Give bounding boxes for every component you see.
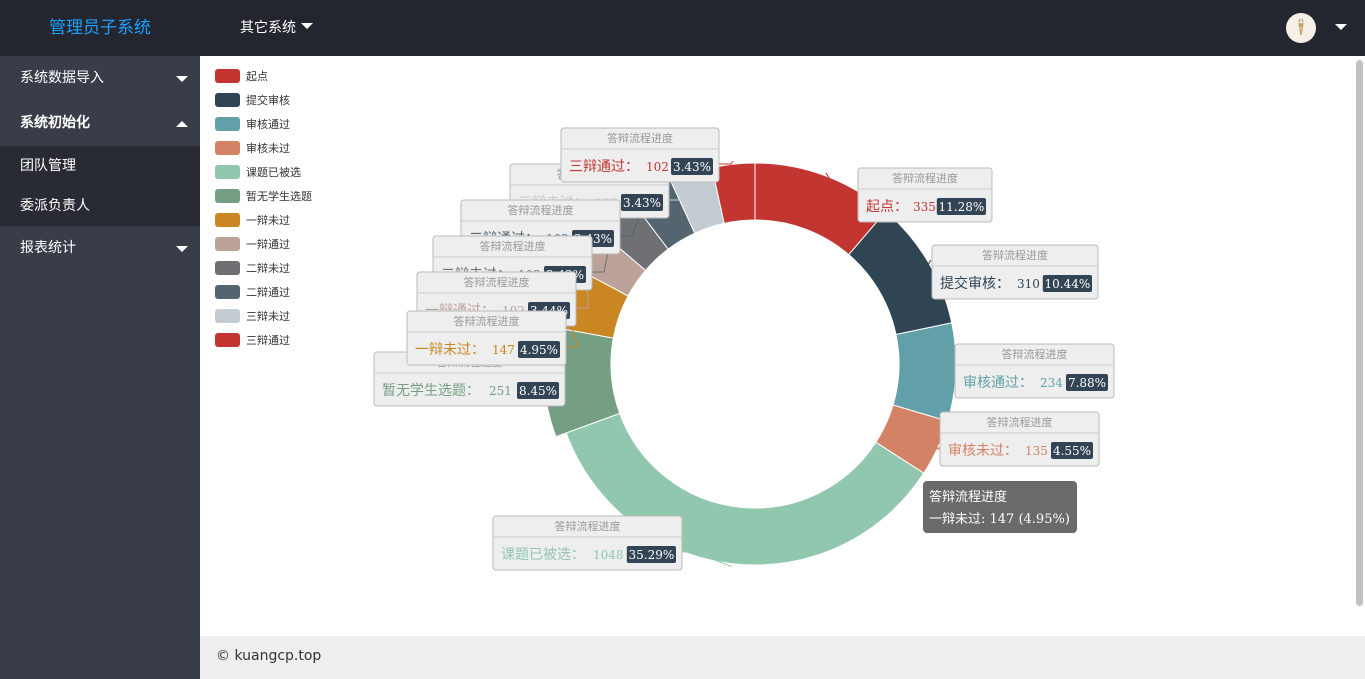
legend-label[interactable]: 起点 [246,70,268,83]
label-value: 335 [913,200,936,214]
label-series-name: 答辩流程进度 [607,131,673,145]
label-series-name: 答辩流程进度 [464,275,530,289]
chevron-down-icon [301,23,313,29]
label-value: 310 [1017,277,1040,291]
slice-label: 答辩流程进度起点： 335 11.28% [857,167,993,223]
legend-label[interactable]: 提交审核 [246,93,290,107]
legend-label[interactable]: 暂无学生选题 [246,189,312,203]
top-bar: 管理员子系统 其它系统 [0,0,1365,56]
legend-swatch[interactable] [215,309,240,323]
slice-label: 答辩流程进度审核通过： 234 7.88% [954,343,1115,399]
legend-swatch[interactable] [215,165,240,179]
sidebar-item-label: 系统初始化 [20,115,90,131]
legend-label[interactable]: 三辩通过 [246,333,290,347]
legend-swatch[interactable] [215,69,240,83]
deer-avatar-icon [1298,18,1304,36]
chart-tooltip: 答辩流程进度一辩未过: 147 (4.95%) [923,481,1077,533]
footer: © kuangcp.top [200,636,1365,679]
percent-text: 4.95% [520,343,558,357]
label-name: 三辩通过： [569,159,639,175]
legend-label[interactable]: 审核通过 [246,117,290,131]
user-menu-chevron-icon[interactable] [1335,24,1347,30]
legend-label[interactable]: 二辩通过 [246,285,290,299]
label-name: 起点： [866,199,908,215]
sidebar-submenu: 团队管理 委派负责人 [0,146,200,226]
page-scrollbar[interactable] [1356,60,1363,606]
legend-label[interactable]: 二辩未过 [246,261,290,275]
avatar[interactable] [1286,13,1316,43]
legend-label[interactable]: 一辩通过 [246,237,290,251]
legend-swatch[interactable] [215,93,240,107]
sidebar-item-assign-leader[interactable]: 委派负责人 [0,186,200,226]
label-value: 102 [646,160,669,174]
slice-label: 答辩流程进度审核未过： 135 4.55% [939,411,1100,467]
sidebar-item-team-management[interactable]: 团队管理 [0,146,200,186]
chevron-down-icon [176,246,188,252]
legend-swatch[interactable] [215,213,240,227]
label-name: 提交审核： [940,275,1010,292]
legend-swatch[interactable] [215,189,240,203]
pie-slice[interactable] [892,322,957,422]
label-value: 135 [1025,444,1048,458]
label-series-name: 答辩流程进度 [1002,347,1068,361]
label-series-name: 答辩流程进度 [892,171,958,185]
chart-legend: 起点提交审核审核通过审核未过课题已被选暂无学生选题一辩未过一辩通过二辩未过二辩通… [215,69,312,347]
other-systems-menu[interactable]: 其它系统 [240,0,313,56]
slice-label: 答辩流程进度一辩未过： 147 4.95% [406,310,567,366]
percent-text: 35.29% [629,548,675,562]
tooltip-title: 答辩流程进度 [929,489,1007,505]
percent-text: 3.43% [673,160,711,174]
sidebar-item-label: 报表统计 [20,240,76,256]
slice-label: 答辩流程进度提交审核： 310 10.44% [931,244,1099,300]
main-content: 起点提交审核审核通过审核未过课题已被选暂无学生选题 一辩未过一辩通过二辩未过二辩通… [202,56,1352,634]
slice-label: 答辩流程进度三辩通过： 102 3.43% [560,127,720,183]
legend-label[interactable]: 课题已被选 [246,166,301,179]
app-brand[interactable]: 管理员子系统 [0,0,200,56]
percent-text: 10.44% [1045,277,1091,291]
sidebar: 系统数据导入 系统初始化 团队管理 委派负责人 报表统计 [0,56,200,679]
legend-swatch[interactable] [215,261,240,275]
pie-chart: 起点提交审核审核通过审核未过课题已被选暂无学生选题一辩未过一辩通过二辩未过二辩通… [215,69,1115,571]
percent-text: 4.55% [1053,444,1091,458]
label-value: 234 [1040,376,1063,390]
other-systems-label: 其它系统 [240,20,296,36]
sidebar-item-reports[interactable]: 报表统计 [0,226,200,271]
label-series-name: 答辩流程进度 [982,248,1048,262]
percent-text: 3.43% [623,196,661,210]
legend-swatch[interactable] [215,117,240,131]
slice-label: 答辩流程进度课题已被选： 1048 35.29% [492,515,683,571]
legend-swatch[interactable] [215,141,240,155]
label-series-name: 答辩流程进度 [555,519,621,533]
chevron-up-icon [176,121,188,127]
label-series-name: 答辩流程进度 [987,415,1053,429]
label-value: 1048 [593,548,624,562]
tooltip-text: 一辩未过: 147 (4.95%) [929,512,1070,527]
label-name: 一辩未过： [415,342,485,358]
label-value: 251 [489,384,512,398]
sidebar-item-system-init[interactable]: 系统初始化 [0,101,200,146]
label-value: 147 [492,343,515,357]
percent-text: 7.88% [1068,376,1106,390]
legend-swatch[interactable] [215,285,240,299]
legend-label[interactable]: 三辩未过 [246,309,290,323]
percent-text: 8.45% [519,384,557,398]
label-series-name: 答辩流程进度 [454,314,520,328]
sidebar-item-data-import[interactable]: 系统数据导入 [0,56,200,101]
label-series-name: 答辩流程进度 [508,203,574,217]
chevron-down-icon [176,76,188,82]
label-series-name: 答辩流程进度 [480,239,546,253]
sidebar-item-label: 系统数据导入 [20,70,104,86]
percent-text: 11.28% [939,200,985,214]
legend-label[interactable]: 审核未过 [246,141,290,155]
legend-swatch[interactable] [215,333,240,347]
label-name: 暂无学生选题： [382,383,480,399]
copyright-text: © kuangcp.top [216,648,322,664]
label-name: 审核未过： [948,443,1018,459]
label-name: 审核通过： [963,375,1033,391]
label-name: 课题已被选： [501,547,585,563]
legend-swatch[interactable] [215,237,240,251]
leader-line [719,160,734,165]
legend-label[interactable]: 一辩未过 [246,213,290,227]
